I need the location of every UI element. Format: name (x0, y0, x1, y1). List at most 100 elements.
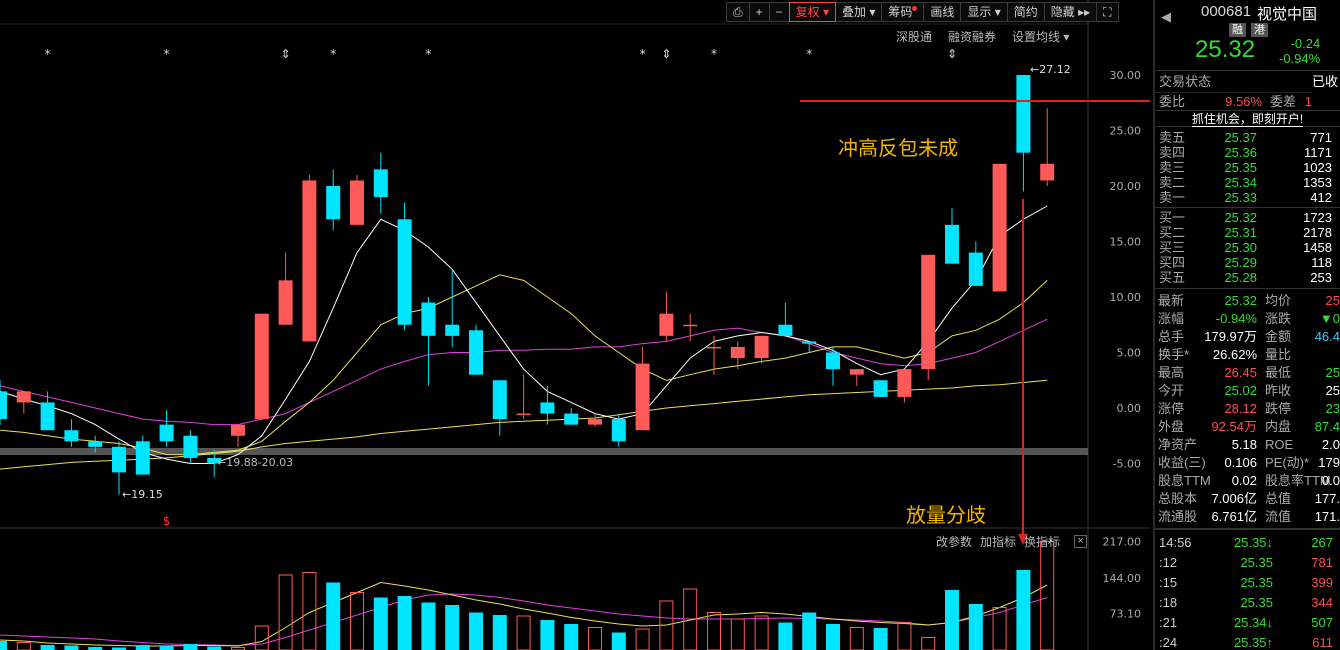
tick-list[interactable]: 14:56 25.35↓ 267:12 25.35 781:15 25.35 399:18 2… (1155, 530, 1340, 650)
candle-body-down (421, 302, 436, 336)
stat-label: 跌停 (1265, 401, 1292, 416)
stat-value: 87.4 (1314, 419, 1340, 434)
kline-chart-area[interactable]: 30.00 25.00 20.00 15.00 10.00 5.00 0.00 -5.00 21… (0, 0, 1340, 650)
candle-body-down (945, 224, 959, 264)
volume-bar-down (135, 645, 150, 650)
volume-bar-down (373, 597, 388, 650)
tick-volume: 267 (1311, 535, 1333, 550)
draw-line-button[interactable]: 画线 (923, 2, 962, 22)
tick-time: 14:56 (1159, 535, 1192, 550)
close-icon[interactable]: × (1074, 535, 1088, 548)
stat-value: 25 (1325, 365, 1340, 380)
restore-rights-dropdown[interactable]: 复权 ▾ (788, 2, 836, 22)
tick-row: :12 25.35 781 (1155, 553, 1340, 573)
stat-label: 总值 (1265, 491, 1292, 506)
simple-mode-button[interactable]: 简约 (1006, 2, 1045, 22)
y-tick-label: 30.00 (1110, 69, 1142, 82)
zoom-in-button[interactable]: + (748, 2, 770, 22)
edit-params-button[interactable]: 改参数 (936, 533, 972, 550)
volume-bar-down (611, 632, 626, 650)
candle-body-down (112, 446, 126, 473)
order-volume: 412 (1310, 190, 1332, 205)
stat-label: 金额 (1265, 329, 1292, 344)
event-marker: ⇕ (661, 47, 671, 61)
candle-body-down (0, 391, 7, 420)
order-price: 25.36 (1224, 145, 1257, 160)
stat-value: 25 (1325, 383, 1340, 398)
chip-button[interactable]: 筹码 (881, 2, 925, 22)
add-indicator-button[interactable]: 加指标 (980, 533, 1016, 550)
print-button[interactable]: ⎙ (726, 2, 750, 22)
y-tick-label: 25.00 (1110, 125, 1142, 138)
stat-row: 流通股 6.761亿 流值 171. (1155, 508, 1340, 526)
volume-bar-down (40, 645, 55, 650)
chart-toolbar: ⎙ + − 复权 ▾ 叠加 ▾ 筹码 画线 显示 ▾ 简约 隐藏 ▸▸ ⛶ (726, 2, 1119, 22)
display-dropdown[interactable]: 显示 ▾ (960, 2, 1008, 22)
candle-body-up (302, 180, 317, 342)
order-price: 25.34 (1224, 175, 1257, 190)
candle-body-up (231, 424, 245, 436)
event-marker: * (330, 47, 336, 61)
margin-trading-link[interactable]: 融资融券 (948, 28, 996, 45)
kline-chart[interactable]: 30.00 25.00 20.00 15.00 10.00 5.00 0.00 -5.00 21… (0, 0, 1340, 650)
stat-row: 涨停 28.12 跌停 23 (1155, 400, 1340, 418)
y-tick-label: 5.00 (1117, 347, 1142, 360)
stat-row: 今开 25.02 昨收 25 (1155, 382, 1340, 400)
order-volume: 1023 (1303, 160, 1332, 175)
hide-button[interactable]: 隐藏 ▸▸ (1043, 2, 1098, 22)
stat-label: 内盘 (1265, 419, 1292, 434)
candle-body-up (16, 391, 31, 403)
order-book-row: 卖四 25.36 1171 (1155, 145, 1340, 160)
asks-list: 卖五 25.37 771 卖四 25.36 1171 卖三 25.35 1023 卖二 25.34 1… (1155, 130, 1340, 205)
event-marker: * (425, 47, 431, 61)
overlay-dropdown[interactable]: 叠加 ▾ (835, 2, 883, 22)
order-price: 25.33 (1224, 190, 1257, 205)
order-level-label: 买五 (1159, 270, 1186, 285)
volume-bar-down (207, 646, 222, 650)
collapse-arrow-icon[interactable]: ◀ (1161, 9, 1171, 25)
candle-body-down (611, 419, 626, 442)
candle-body-up (254, 313, 269, 420)
candle-body-down (159, 424, 174, 442)
tick-volume: 344 (1311, 595, 1333, 610)
hk-connect-link[interactable]: 深股通 (896, 28, 932, 45)
order-level-label: 卖二 (1159, 175, 1186, 190)
tick-price: 25.35↑ (1233, 635, 1273, 650)
candle-body-up (588, 419, 602, 425)
stock-name: 视觉中国 (1257, 6, 1318, 23)
zoom-out-button[interactable]: − (768, 2, 790, 22)
stat-value: 25 (1325, 293, 1340, 308)
volume-bar-up (635, 628, 650, 650)
volume-tick-label: 144.00 (1103, 572, 1142, 585)
change-value: -0.24 (1290, 36, 1321, 51)
volume-ma5-line (0, 581, 1048, 647)
fullscreen-icon[interactable]: ⛶ (1096, 2, 1119, 22)
stat-label: 流通股 (1158, 509, 1198, 524)
order-level-label: 卖三 (1159, 160, 1186, 175)
order-book-row: 卖二 25.34 1353 (1155, 175, 1340, 190)
stat-label: 流值 (1265, 509, 1292, 524)
ma5-line (0, 205, 1048, 464)
volume-bar-down (802, 612, 817, 650)
order-book-row: 买五 25.28 253 (1155, 270, 1340, 285)
hk-badge: 港 (1251, 23, 1268, 37)
order-book-row: 买四 25.29 118 (1155, 255, 1340, 270)
promo-banner[interactable]: 抓住机会，即刻开户! (1155, 110, 1340, 127)
promo-text[interactable]: 抓住机会，即刻开户! (1191, 112, 1304, 127)
stat-label: 涨幅 (1158, 311, 1185, 326)
stat-label: 涨停 (1158, 401, 1185, 416)
stat-row: 股息TTM 0.02 股息率TTM 0.0 (1155, 472, 1340, 490)
order-price: 25.31 (1224, 225, 1257, 240)
annotation-bottom: 放量分歧 (906, 503, 986, 527)
event-marker: ⇕ (947, 47, 957, 61)
tick-volume: 781 (1311, 555, 1333, 570)
ma-settings-dropdown[interactable]: 设置均线 ▾ (1012, 28, 1069, 45)
volume-bar-down (64, 645, 79, 650)
order-volume: 771 (1310, 130, 1332, 145)
stat-label: 换手* (1158, 347, 1190, 362)
candle-body-down (397, 219, 412, 325)
switch-indicator-button[interactable]: 换指标 (1024, 533, 1060, 550)
candle-body-up (992, 163, 1007, 292)
candle-body-down (135, 441, 150, 475)
candle-body-up (635, 363, 650, 431)
